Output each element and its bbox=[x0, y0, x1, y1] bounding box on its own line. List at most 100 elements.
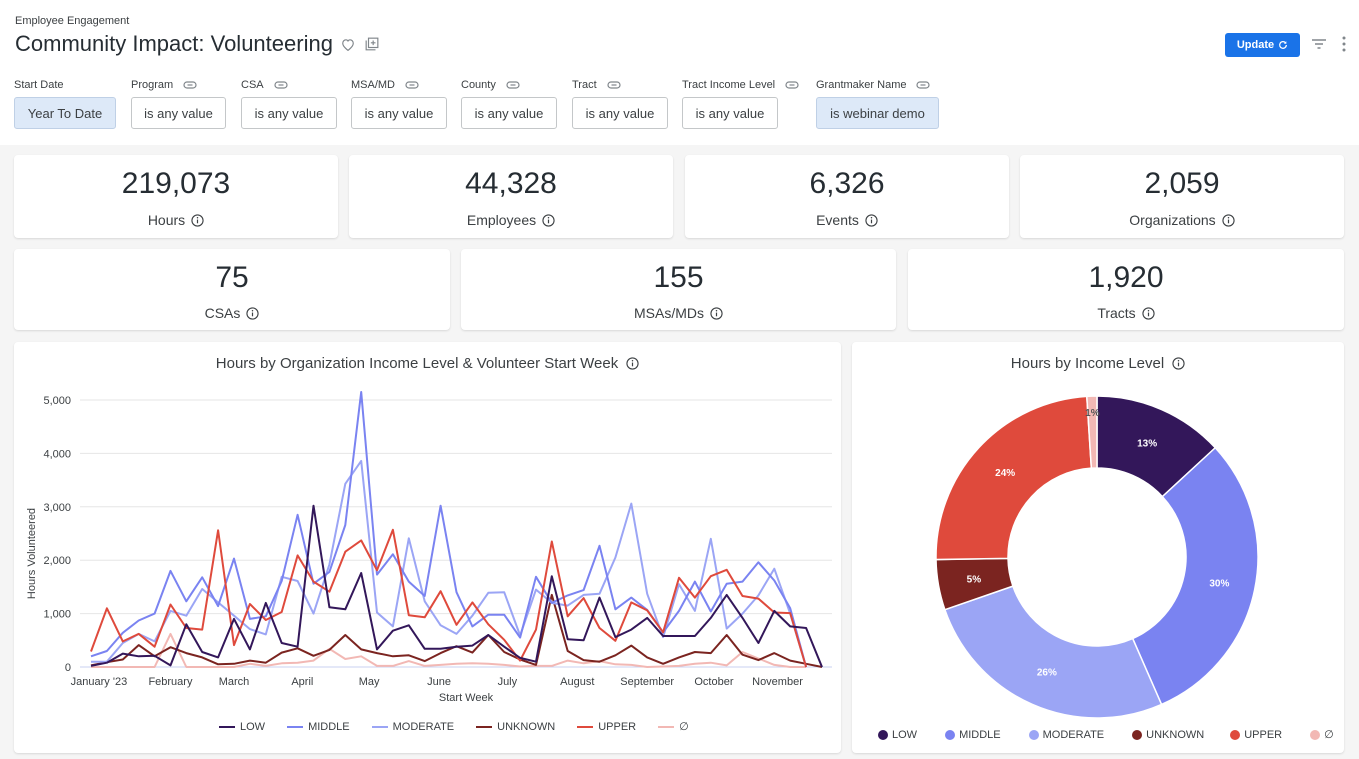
update-button[interactable]: Update bbox=[1225, 33, 1300, 57]
y-tick-label: 3,000 bbox=[43, 502, 71, 514]
kpi-card-organizations[interactable]: 2,059 Organizations bbox=[1020, 155, 1344, 238]
link-icon bbox=[274, 81, 288, 89]
filter-label: CSA bbox=[241, 78, 288, 92]
chart-title: Hours by Organization Income Level & Vol… bbox=[14, 355, 841, 372]
link-icon bbox=[506, 81, 520, 89]
kpi-card-tracts[interactable]: 1,920 Tracts bbox=[908, 249, 1344, 330]
kpi-label-text: Organizations bbox=[1129, 212, 1216, 228]
filter-start-date: Start Date Year To Date bbox=[14, 78, 116, 129]
kpi-label-text: MSAs/MDs bbox=[634, 305, 704, 321]
info-icon[interactable] bbox=[1172, 357, 1185, 370]
kpi-label-text: Tracts bbox=[1097, 305, 1136, 321]
info-icon[interactable] bbox=[542, 213, 555, 227]
filter-tract-income-level: Tract Income Level is any value bbox=[682, 78, 799, 129]
legend-item-unknown[interactable]: UNKNOWN bbox=[1132, 729, 1204, 741]
series-line-middle[interactable] bbox=[90, 391, 808, 668]
heart-icon[interactable] bbox=[341, 38, 355, 51]
legend-swatch bbox=[1230, 729, 1241, 740]
x-tick-label: March bbox=[219, 676, 250, 688]
info-icon[interactable] bbox=[865, 213, 878, 227]
kpi-card-events[interactable]: 6,326 Events bbox=[685, 155, 1009, 238]
link-icon bbox=[916, 81, 931, 89]
y-axis-title: Hours Volunteered bbox=[26, 508, 38, 599]
x-tick-label: May bbox=[359, 676, 380, 688]
legend-item-middle[interactable]: MIDDLE bbox=[945, 729, 1001, 741]
legend-label: ∅ bbox=[679, 721, 689, 733]
legend-item-low[interactable]: LOW bbox=[878, 729, 917, 741]
dashboard-header: Employee Engagement Community Impact: Vo… bbox=[0, 0, 1359, 145]
legend-label: MODERATE bbox=[1042, 728, 1105, 741]
x-tick-label: February bbox=[148, 676, 193, 688]
legend-label: UPPER bbox=[1244, 728, 1283, 741]
info-icon[interactable] bbox=[710, 306, 723, 320]
x-tick-label: July bbox=[498, 676, 518, 688]
legend-item-unknown[interactable]: UNKNOWN bbox=[476, 721, 555, 733]
legend-swatch bbox=[371, 725, 388, 728]
x-tick-label: November bbox=[752, 676, 803, 688]
legend-label: ∅ bbox=[1324, 729, 1334, 741]
legend-swatch bbox=[476, 725, 493, 728]
filter-value-program[interactable]: is any value bbox=[131, 97, 226, 129]
filter-value-county[interactable]: is any value bbox=[461, 97, 557, 129]
kpi-value: 2,059 bbox=[1144, 167, 1220, 200]
kpi-value: 155 bbox=[653, 261, 704, 294]
kpi-card-csas[interactable]: 75 CSAs bbox=[14, 249, 450, 330]
donut-chart[interactable]: 13% 30% 26% 5% 24% 1% bbox=[852, 382, 1344, 752]
info-icon[interactable] bbox=[246, 306, 260, 320]
legend-item-null[interactable]: ∅ bbox=[658, 720, 689, 733]
filter-label: Start Date bbox=[14, 79, 64, 91]
filter-value-csa[interactable]: is any value bbox=[241, 97, 337, 129]
legend-label: UPPER bbox=[598, 720, 637, 733]
x-tick-label: April bbox=[291, 676, 313, 688]
x-tick-label: June bbox=[427, 676, 451, 688]
info-icon[interactable] bbox=[191, 213, 204, 227]
filter-value-tract[interactable]: is any value bbox=[572, 97, 668, 129]
kpi-label: Employees bbox=[349, 212, 673, 228]
filter-label: MSA/MD bbox=[351, 78, 419, 92]
filter-value-start-date[interactable]: Year To Date bbox=[14, 97, 116, 129]
legend-item-upper[interactable]: UPPER bbox=[577, 721, 636, 733]
legend-swatch bbox=[945, 729, 956, 740]
legend-item-upper[interactable]: UPPER bbox=[1230, 729, 1282, 741]
filter-label-text: Tract bbox=[572, 79, 597, 91]
legend-item-null[interactable]: ∅ bbox=[1310, 728, 1334, 741]
filter-label: Grantmaker Name bbox=[816, 78, 931, 92]
duplicate-icon[interactable] bbox=[365, 37, 379, 51]
info-icon[interactable] bbox=[626, 357, 639, 370]
info-icon[interactable] bbox=[1142, 306, 1155, 320]
legend-item-moderate[interactable]: MODERATE bbox=[371, 721, 454, 733]
x-tick-label: September bbox=[620, 676, 674, 688]
link-icon bbox=[607, 81, 621, 89]
line-chart-card: Hours by Organization Income Level & Vol… bbox=[14, 342, 841, 753]
kpi-label-text: Events bbox=[816, 212, 859, 228]
filter-value-msa-md[interactable]: is any value bbox=[351, 97, 447, 129]
series-line-unknown[interactable] bbox=[90, 593, 823, 668]
x-axis-title: Start Week bbox=[439, 692, 494, 704]
y-tick-label: 1,000 bbox=[43, 609, 71, 621]
legend-item-moderate[interactable]: MODERATE bbox=[1028, 728, 1105, 741]
donut-slice-moderate[interactable] bbox=[943, 585, 1163, 719]
filter-label-text: MSA/MD bbox=[351, 79, 395, 91]
donut-data-label: 1% bbox=[1085, 408, 1100, 419]
info-icon[interactable] bbox=[1222, 213, 1235, 227]
page-title: Community Impact: Volunteering bbox=[15, 31, 333, 56]
kpi-card-employees[interactable]: 44,328 Employees bbox=[349, 155, 673, 238]
filter-value-grantmaker-name[interactable]: is webinar demo bbox=[816, 97, 939, 129]
filter-label-text: County bbox=[461, 79, 496, 91]
more-vert-icon[interactable] bbox=[1342, 36, 1346, 57]
line-chart[interactable]: 0 1,000 2,000 3,000 4,000 5,000 January '23 Feb… bbox=[14, 382, 841, 752]
legend-label: LOW bbox=[892, 728, 918, 741]
breadcrumb[interactable]: Employee Engagement bbox=[15, 15, 129, 27]
series-line-low[interactable] bbox=[90, 504, 823, 668]
x-tick-label: October bbox=[694, 676, 733, 688]
legend-swatch bbox=[1028, 729, 1039, 740]
kpi-card-msas-mds[interactable]: 155 MSAs/MDs bbox=[461, 249, 896, 330]
filter-icon[interactable] bbox=[1311, 37, 1327, 56]
legend-item-middle[interactable]: MIDDLE bbox=[287, 721, 350, 733]
filter-value-tract-income-level[interactable]: is any value bbox=[682, 97, 778, 129]
kpi-label-text: CSAs bbox=[204, 305, 241, 321]
legend-swatch bbox=[1132, 729, 1143, 740]
kpi-card-hours[interactable]: 219,073 Hours bbox=[14, 155, 338, 238]
legend-item-low[interactable]: LOW bbox=[219, 721, 265, 733]
series-line-moderate[interactable] bbox=[91, 459, 808, 668]
